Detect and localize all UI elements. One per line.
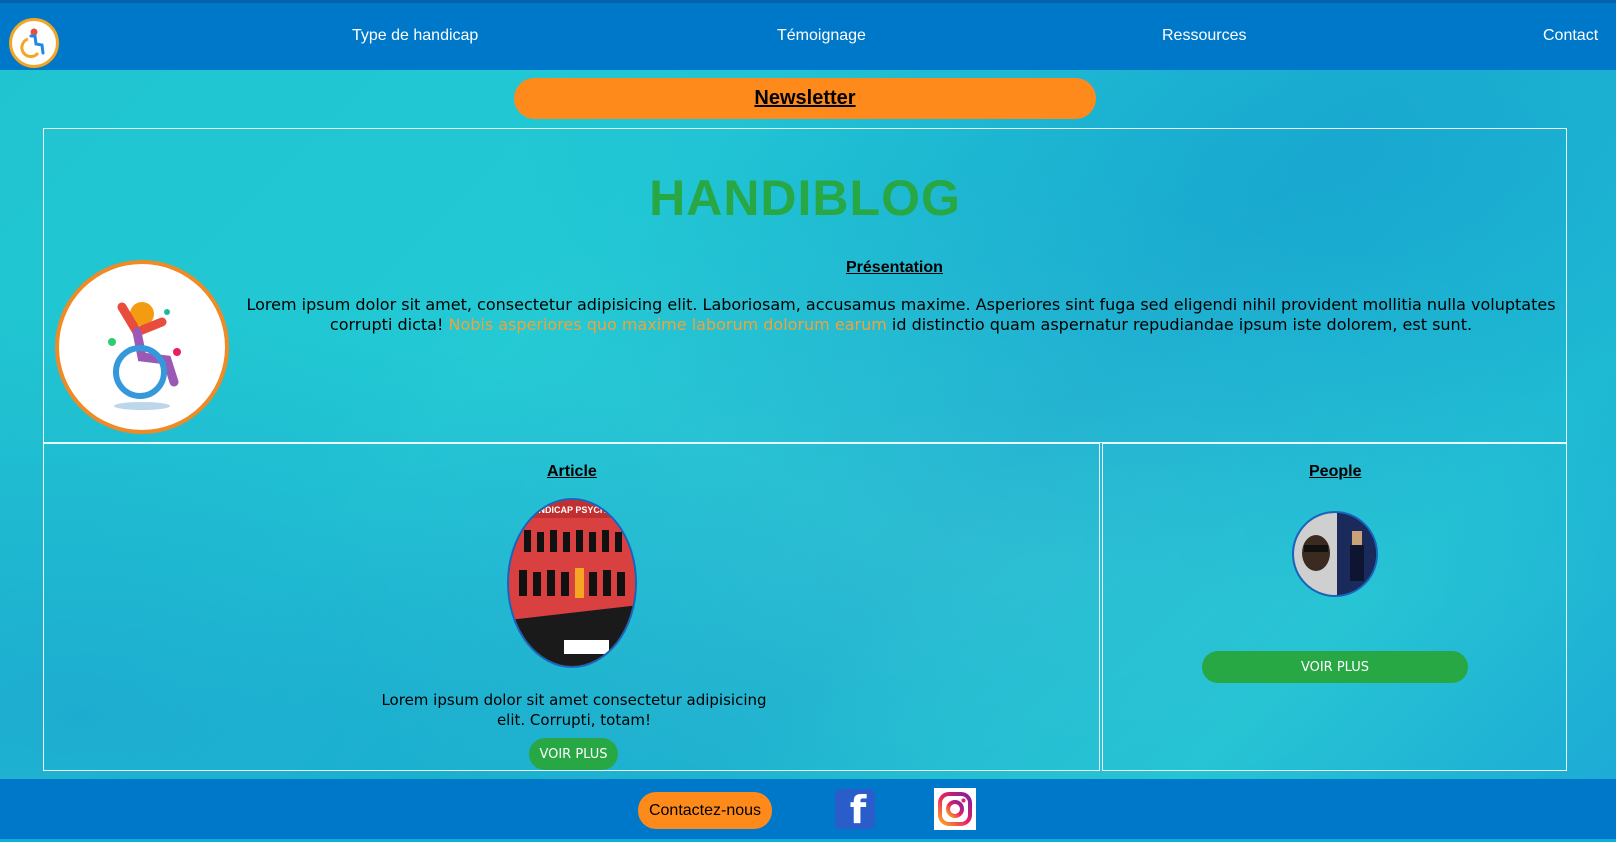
contact-us-button[interactable]: Contactez-nous	[638, 792, 772, 829]
people-heading: People	[1309, 463, 1362, 480]
article-voir-plus-button[interactable]: VOIR PLUS	[529, 738, 618, 770]
page-title: HANDIBLOG	[649, 170, 961, 226]
people-photo-icon[interactable]	[1292, 511, 1378, 597]
presentation-highlight: Nobis asperiores quo maxime laborum dolo…	[448, 315, 887, 334]
top-navbar: Type de handicap Témoignage Ressources C…	[0, 0, 1616, 70]
presentation-text: Lorem ipsum dolor sit amet, consectetur …	[246, 295, 1556, 335]
article-heading: Article	[547, 463, 597, 480]
people-voir-plus-button[interactable]: VOIR PLUS	[1202, 651, 1468, 683]
article-section: Article HANDICAP PSYCHIQU Lorem ipsum do…	[43, 443, 1100, 771]
people-section: People VOIR PLUS	[1102, 443, 1567, 771]
colorful-wheelchair-icon	[55, 260, 229, 434]
nav-temoignage[interactable]: Témoignage	[777, 27, 866, 45]
presentation-heading: Présentation	[846, 259, 943, 276]
newsletter-label[interactable]: Newsletter	[754, 87, 855, 110]
article-image[interactable]: HANDICAP PSYCHIQU	[507, 498, 637, 668]
article-text: Lorem ipsum dolor sit amet consectetur a…	[381, 691, 767, 729]
nav-type-handicap[interactable]: Type de handicap	[352, 27, 478, 45]
nav-contact[interactable]: Contact	[1543, 27, 1598, 45]
hero-section: HANDIBLOG Présentation Lorem ipsum dolor…	[43, 128, 1567, 443]
wheelchair-logo-icon[interactable]	[9, 18, 59, 68]
article-image-caption: HANDICAP PSYCHIQU	[526, 505, 623, 515]
instagram-icon[interactable]	[934, 788, 976, 830]
footer: Contactez-nous f	[0, 779, 1616, 842]
presentation-text-end: id distinctio quam aspernatur repudianda…	[886, 315, 1473, 334]
nav-ressources[interactable]: Ressources	[1162, 27, 1246, 45]
newsletter-button[interactable]: Newsletter	[514, 78, 1096, 119]
facebook-icon[interactable]: f	[835, 789, 875, 829]
